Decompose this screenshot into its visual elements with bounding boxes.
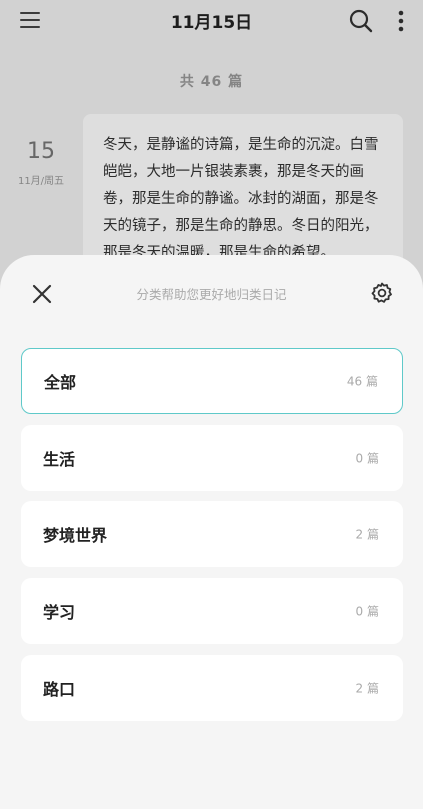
category-item-study[interactable]: 学习 0 篇 — [21, 578, 403, 644]
category-count: 0 篇 — [355, 604, 379, 619]
category-name: 全部 — [44, 373, 77, 392]
category-sheet: 分类帮助您更好地归类日记 全部 46 篇 生活 0 篇 梦境世界 2 篇 学习 … — [0, 255, 423, 809]
category-name: 生活 — [43, 450, 76, 469]
category-name: 梦境世界 — [43, 526, 108, 545]
category-name: 路口 — [43, 680, 76, 699]
settings-icon[interactable] — [370, 281, 394, 305]
category-item-all[interactable]: 全部 46 篇 — [21, 348, 403, 414]
category-count: 2 篇 — [355, 527, 379, 542]
category-item-crossroad[interactable]: 路口 2 篇 — [21, 655, 403, 721]
category-item-life[interactable]: 生活 0 篇 — [21, 425, 403, 491]
category-count: 46 篇 — [346, 374, 378, 389]
category-count: 2 篇 — [355, 681, 379, 696]
sheet-title: 分类帮助您更好地归类日记 — [136, 287, 287, 302]
category-count: 0 篇 — [355, 451, 379, 466]
category-name: 学习 — [43, 603, 76, 622]
category-item-dream-world[interactable]: 梦境世界 2 篇 — [21, 501, 403, 567]
